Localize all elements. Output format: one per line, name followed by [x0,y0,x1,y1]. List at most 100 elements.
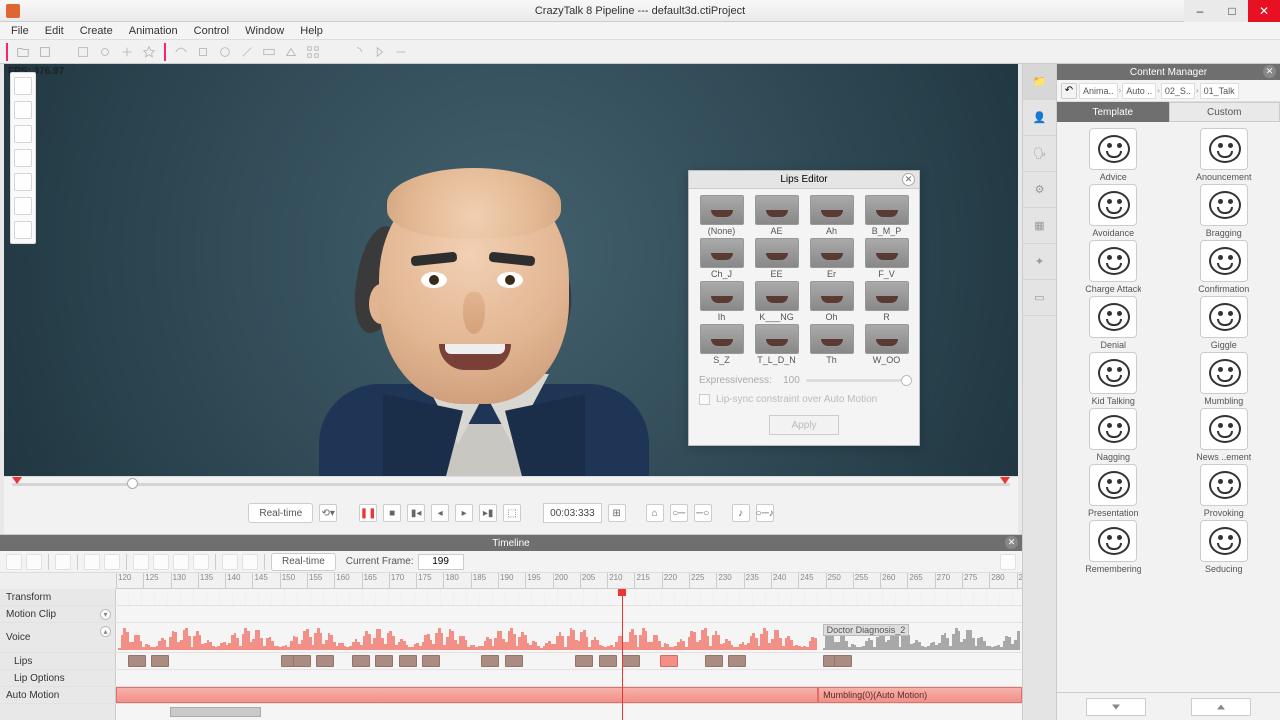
breadcrumb-back-icon[interactable]: ↶ [1061,83,1077,99]
audio-a-icon[interactable]: ♪ [732,504,750,522]
tb-group-a3-icon[interactable] [118,43,136,61]
auto-motion-clip-a[interactable] [116,687,818,703]
menu-window[interactable]: Window [238,23,291,39]
apply-content-button[interactable] [1086,698,1146,716]
auto-motion-track[interactable]: Mumbling(0)(Auto Motion) [116,687,1022,703]
tb-group-b5-icon[interactable] [260,43,278,61]
lip-key[interactable] [481,655,499,667]
track-auto-motion[interactable]: Auto Motion [0,687,116,703]
chevron-down-icon[interactable]: ▾ [100,609,111,620]
current-frame-input[interactable] [418,554,464,570]
content-item[interactable]: Mumbling [1170,352,1279,406]
tb-group-c3-icon[interactable] [392,43,410,61]
vt-box-icon[interactable] [14,125,32,143]
menu-help[interactable]: Help [293,23,330,39]
rtab-motion-icon[interactable]: ⚙ [1023,172,1056,208]
tl-zoom-sel-icon[interactable] [193,554,209,570]
tl-zoom-fit-icon[interactable] [173,554,189,570]
track-transform[interactable]: Transform [0,589,116,605]
apply-button[interactable]: Apply [769,415,839,435]
vt-undo-icon[interactable] [14,197,32,215]
lip-key[interactable] [375,655,393,667]
lip-key[interactable] [422,655,440,667]
track-voice[interactable]: Voice▴ [0,623,116,652]
tl-filter-icon[interactable] [6,554,22,570]
tl-speed[interactable]: Real-time [271,553,336,571]
phoneme-th[interactable]: Th [805,324,858,365]
phoneme-tldn[interactable]: T_L_D_N [750,324,803,365]
phoneme-ih[interactable]: Ih [695,281,748,322]
tb-group-b6-icon[interactable] [282,43,300,61]
lip-key[interactable] [399,655,417,667]
phoneme-none[interactable]: (None) [695,195,748,236]
phoneme-er[interactable]: Er [805,238,858,279]
breadcrumb-item[interactable]: 01_Talk [1200,83,1239,99]
seek-start-marker-icon[interactable] [12,477,22,484]
tb-open-icon[interactable] [14,43,32,61]
lipsync-constraint-checkbox[interactable] [699,394,710,405]
phoneme-sz[interactable]: S_Z [695,324,748,365]
vt-text-icon[interactable] [14,149,32,167]
lip-key[interactable] [128,655,146,667]
rtab-actor-icon[interactable]: 👤 [1023,100,1056,136]
lip-key[interactable] [352,655,370,667]
range-a-icon[interactable]: ○─ [670,504,688,522]
tb-group-b2-icon[interactable] [194,43,212,61]
timecode-mode-icon[interactable]: ⊞ [608,504,626,522]
tl-cut-icon[interactable] [84,554,100,570]
step-back-button[interactable]: ◂ [431,504,449,522]
content-item[interactable]: Giggle [1170,296,1279,350]
character[interactable] [279,134,679,534]
expressiveness-slider[interactable] [806,379,909,382]
rtab-image-icon[interactable]: ▭ [1023,280,1056,316]
record-button[interactable]: ⬚ [503,504,521,522]
phoneme-fv[interactable]: F_V [860,238,913,279]
content-manager-close-icon[interactable]: ✕ [1263,65,1276,78]
phoneme-ae[interactable]: AE [750,195,803,236]
tab-template[interactable]: Template [1057,102,1169,122]
vt-select-icon[interactable] [14,173,32,191]
seek-end-marker-icon[interactable] [1000,477,1010,484]
camera-icon[interactable]: ⌂ [646,504,664,522]
voice-clip-label[interactable]: Doctor Diagnosis_2 [823,624,910,636]
track-lips[interactable]: Lips [0,653,116,669]
go-end-button[interactable]: ▸▮ [479,504,497,522]
lip-key[interactable] [622,655,640,667]
lipsync-constraint-row[interactable]: Lip-sync constraint over Auto Motion [689,390,919,409]
content-item[interactable]: Nagging [1059,408,1168,462]
tb-group-a4-icon[interactable] [140,43,158,61]
vt-home-icon[interactable] [14,77,32,95]
seek-thumb[interactable] [127,478,138,489]
playhead[interactable] [622,589,623,720]
lip-key[interactable] [316,655,334,667]
track-lip-options[interactable]: Lip Options [0,670,116,686]
add-content-button[interactable] [1191,698,1251,716]
tb-group-b4-icon[interactable] [238,43,256,61]
menu-control[interactable]: Control [187,23,236,39]
breadcrumb-item[interactable]: Anima.. [1079,83,1118,99]
content-item[interactable]: Avoidance [1059,184,1168,238]
rtab-stage-icon[interactable]: ▦ [1023,208,1056,244]
speed-selector[interactable]: Real-time [248,503,313,523]
lip-key[interactable] [293,655,311,667]
step-fwd-button[interactable]: ▸ [455,504,473,522]
menu-create[interactable]: Create [73,23,120,39]
auto-motion-clip-b[interactable]: Mumbling(0)(Auto Motion) [818,687,1022,703]
lip-key[interactable] [599,655,617,667]
breadcrumb-item[interactable]: Auto .. [1122,83,1156,99]
timecode[interactable]: 00:03:333 [543,503,602,523]
timeline-close-icon[interactable]: ✕ [1005,536,1018,549]
content-item[interactable]: Denial [1059,296,1168,350]
phoneme-r[interactable]: R [860,281,913,322]
tb-save-icon[interactable] [36,43,54,61]
chevron-up-icon[interactable]: ▴ [100,626,111,637]
content-item[interactable]: Presentation [1059,464,1168,518]
tl-zoom-in-icon[interactable] [133,554,149,570]
window-close[interactable]: ✕ [1248,0,1280,22]
viewport-3d[interactable]: FPS: 376.97 [4,64,1018,534]
tl-pause-icon[interactable] [222,554,238,570]
content-item[interactable]: Charge Attack [1059,240,1168,294]
tb-group-b7-icon[interactable] [304,43,322,61]
vt-add-icon[interactable] [14,101,32,119]
content-item[interactable]: Provoking [1170,464,1279,518]
